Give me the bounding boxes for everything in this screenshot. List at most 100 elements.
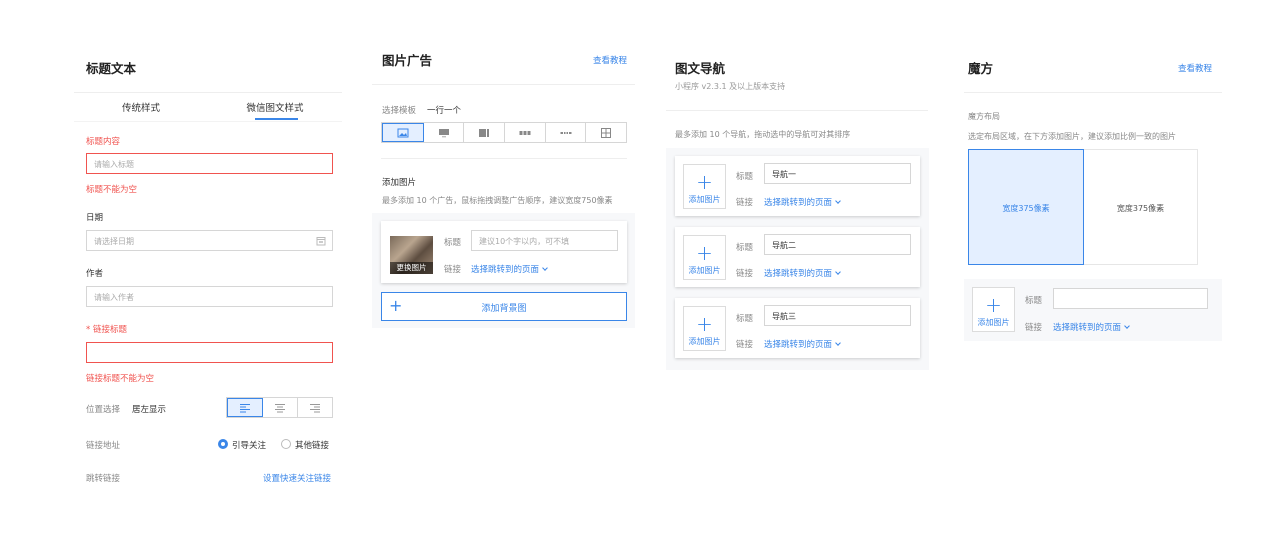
position-value: 居左显示 xyxy=(132,405,167,415)
align-center-icon xyxy=(275,403,285,412)
template-grid[interactable] xyxy=(586,123,626,142)
link-title-error: 链接标题不能为空 xyxy=(86,374,155,384)
title-label: 标题 xyxy=(736,314,754,324)
add-image-label: 添加图片 xyxy=(688,195,721,204)
radio-follow-label: 引导关注 xyxy=(232,441,267,451)
nav-title-input[interactable]: 导航二 xyxy=(764,234,911,255)
change-image-text: 更换图片 xyxy=(396,263,427,272)
strip-icon xyxy=(560,131,572,134)
add-image-button[interactable]: + 添加图片 xyxy=(683,306,726,351)
ad-thumbnail[interactable]: 更换图片 xyxy=(390,236,433,274)
template-one-per-row[interactable] xyxy=(382,123,424,142)
template-label: 选择模板 xyxy=(382,106,417,116)
author-input-placeholder: 请输入作者 xyxy=(94,293,134,302)
divider xyxy=(372,84,635,85)
link-select[interactable]: 选择跳转到的页面 xyxy=(764,267,841,279)
template-carousel[interactable] xyxy=(424,123,465,142)
author-input[interactable]: 请输入作者 xyxy=(86,286,333,307)
add-image-label: 添加图片 xyxy=(688,337,721,346)
align-center-button[interactable] xyxy=(263,398,298,417)
template-selector xyxy=(381,122,627,143)
chevron-down-icon xyxy=(835,198,841,204)
add-image-label: 添加图片 xyxy=(382,178,417,188)
align-left-button[interactable] xyxy=(227,398,263,417)
link-title-input[interactable] xyxy=(86,342,333,363)
date-input[interactable]: 请选择日期 xyxy=(86,230,333,251)
chevron-down-icon xyxy=(835,269,841,275)
tutorial-link[interactable]: 查看教程 xyxy=(1178,62,1212,74)
layout-label: 魔方布局 xyxy=(968,112,1000,121)
image-ad-panel: 图片广告 查看教程 选择模板 一行一个 添加图片 最多添加 10 个广告，鼠标拖… xyxy=(350,0,650,540)
cell-right-label: 宽度375像素 xyxy=(1116,204,1165,213)
nav-title-input[interactable]: 导航一 xyxy=(764,163,911,184)
align-left-icon xyxy=(240,403,250,412)
divider xyxy=(964,92,1222,93)
link-select-text: 选择跳转到的页面 xyxy=(764,269,833,279)
panel-title: 魔方 xyxy=(968,61,994,76)
panel-subtitle: 小程序 v2.3.1 及以上版本支持 xyxy=(675,82,786,91)
set-follow-link[interactable]: 设置快速关注链接 xyxy=(263,472,331,484)
nav-title-input[interactable]: 导航三 xyxy=(764,305,911,326)
date-input-placeholder: 请选择日期 xyxy=(94,237,134,246)
title-label: 标题 xyxy=(444,238,462,248)
add-background-button[interactable]: + 添加背景图 xyxy=(381,292,627,321)
columns-icon xyxy=(519,130,531,135)
link-select-text: 选择跳转到的页面 xyxy=(764,340,833,350)
ad-title-placeholder: 建议10个字以内，可不填 xyxy=(479,237,570,246)
add-image-button[interactable]: + 添加图片 xyxy=(683,164,726,209)
title-input-placeholder: 请输入标题 xyxy=(94,160,134,169)
add-image-button[interactable]: + 添加图片 xyxy=(683,235,726,280)
chevron-down-icon xyxy=(542,265,548,271)
change-image-overlay[interactable]: 更换图片 xyxy=(390,262,433,274)
link-select[interactable]: 选择跳转到的页面 xyxy=(764,196,841,208)
add-image-button[interactable]: + 添加图片 xyxy=(972,287,1015,332)
template-three-cols[interactable] xyxy=(505,123,546,142)
nav-item-1: + 添加图片 标题 导航一 链接 选择跳转到的页面 xyxy=(675,156,920,216)
ad-title-input[interactable]: 建议10个字以内，可不填 xyxy=(471,230,618,251)
link-label: 链接 xyxy=(1025,323,1043,333)
calendar-icon[interactable] xyxy=(316,236,326,246)
radio-other[interactable] xyxy=(281,439,291,449)
link-select[interactable]: 选择跳转到的页面 xyxy=(471,263,548,275)
required-star: * xyxy=(86,325,91,335)
grid-icon xyxy=(601,127,612,138)
divider xyxy=(666,110,928,111)
link-select-text: 选择跳转到的页面 xyxy=(471,265,540,275)
add-image-label: 添加图片 xyxy=(977,318,1010,327)
layout-cell-left[interactable]: 宽度375像素 xyxy=(968,149,1084,265)
add-image-hint: 最多添加 10 个广告，鼠标拖拽调整广告顺序，建议宽度750像素 xyxy=(382,196,613,205)
template-value: 一行一个 xyxy=(427,106,462,116)
plus-icon: + xyxy=(696,241,713,265)
align-right-button[interactable] xyxy=(298,398,332,417)
nav-title-value: 导航三 xyxy=(772,312,796,321)
magic-cube-panel: 魔方 查看教程 魔方布局 选定布局区域，在下方添加图片，建议添加比例一致的图片 … xyxy=(950,0,1280,540)
link-label: 链接 xyxy=(736,269,754,279)
template-large-small[interactable] xyxy=(464,123,506,142)
radio-other-label: 其他链接 xyxy=(295,441,330,451)
title-label: 标题 xyxy=(1025,296,1043,306)
chevron-down-icon xyxy=(1124,323,1130,329)
link-label: 链接 xyxy=(444,265,462,275)
panel-title: 图文导航 xyxy=(675,61,726,76)
jump-link-label: 跳转链接 xyxy=(86,474,121,484)
link-select[interactable]: 选择跳转到的页面 xyxy=(1053,321,1130,333)
title-label: 标题 xyxy=(736,243,754,253)
date-label: 日期 xyxy=(86,213,104,223)
divider xyxy=(74,92,342,93)
nav-item-3: + 添加图片 标题 导航三 链接 选择跳转到的页面 xyxy=(675,298,920,358)
link-select-text: 选择跳转到的页面 xyxy=(1053,323,1122,333)
tutorial-link[interactable]: 查看教程 xyxy=(593,54,627,66)
title-input[interactable]: 请输入标题 xyxy=(86,153,333,174)
template-four-cols[interactable] xyxy=(546,123,587,142)
cube-title-input[interactable] xyxy=(1053,288,1208,309)
link-title-label-text: 链接标题 xyxy=(92,325,127,335)
link-title-label: * 链接标题 xyxy=(86,323,127,335)
nav-title-value: 导航一 xyxy=(772,170,796,179)
radio-follow[interactable] xyxy=(218,439,228,449)
link-select[interactable]: 选择跳转到的页面 xyxy=(764,338,841,350)
tab-traditional[interactable]: 传统样式 xyxy=(74,100,208,114)
author-label: 作者 xyxy=(86,269,104,279)
tab-wechat[interactable]: 微信图文样式 xyxy=(208,100,342,114)
tabs-divider xyxy=(74,121,342,122)
layout-cell-right[interactable]: 宽度375像素 xyxy=(1084,149,1198,265)
